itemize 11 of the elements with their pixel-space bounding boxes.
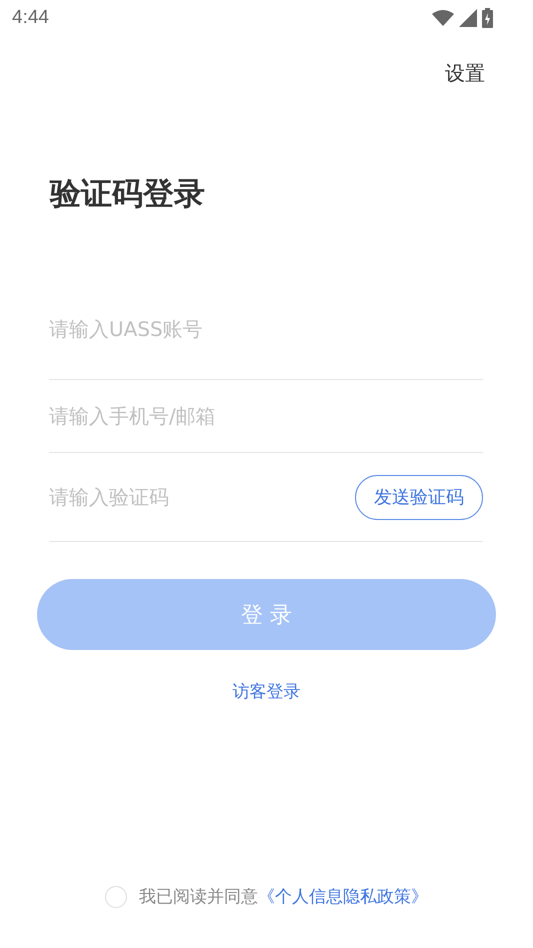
send-code-button[interactable]: 发送验证码: [355, 474, 483, 520]
privacy-policy-link[interactable]: 《个人信息隐私政策》: [258, 885, 428, 908]
agreement-text: 我已阅读并同意: [139, 886, 258, 908]
page-title: 验证码登录: [50, 175, 206, 214]
battery-icon: [482, 8, 493, 28]
wifi-icon: [432, 10, 454, 26]
settings-button[interactable]: 设置: [445, 60, 485, 87]
signal-icon: [459, 9, 477, 27]
status-time: 4:44: [12, 7, 49, 29]
agree-checkbox[interactable]: [105, 886, 127, 908]
guest-login-link[interactable]: 访客登录: [232, 680, 300, 703]
